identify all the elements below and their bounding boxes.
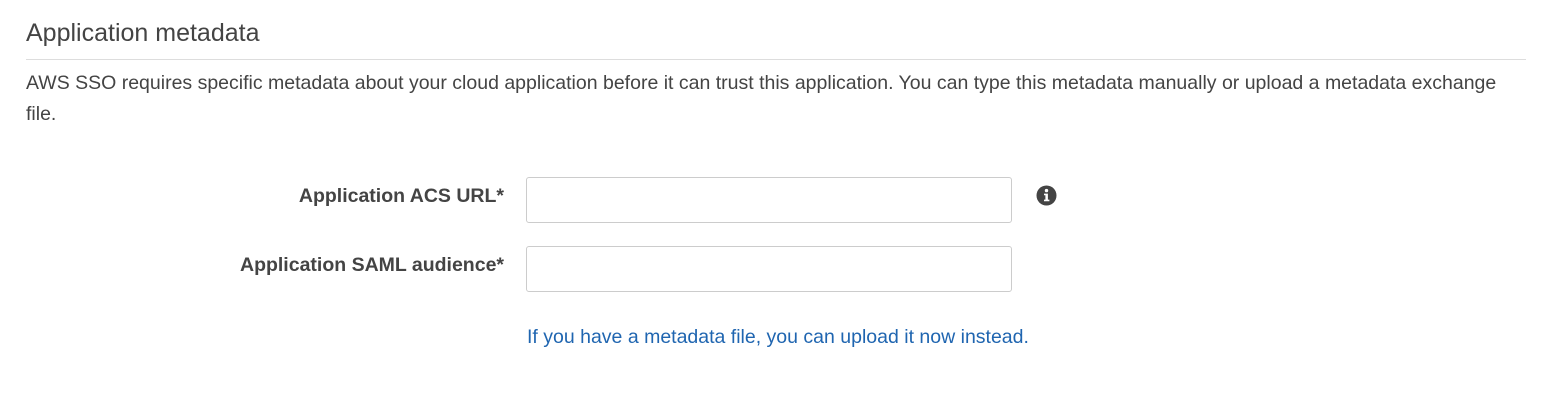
upload-metadata-link[interactable]: If you have a metadata file, you can upl… [527, 322, 1029, 352]
section-divider [26, 59, 1526, 60]
section-title: Application metadata [26, 19, 260, 47]
section-description: AWS SSO requires specific metadata about… [26, 72, 1497, 125]
info-circle-icon[interactable] [1036, 185, 1057, 206]
application-metadata-section: Application metadata AWS SSO requires sp… [0, 0, 1542, 401]
saml-audience-row: Application SAML audience* [0, 246, 1542, 294]
acs-url-label: Application ACS URL* [298, 185, 504, 207]
info-circle-icon-graphic [1036, 185, 1057, 206]
saml-audience-input[interactable] [526, 246, 1012, 292]
acs-url-input[interactable] [526, 177, 1012, 223]
acs-url-row: Application ACS URL* [0, 177, 1542, 225]
saml-audience-label: Application SAML audience* [239, 254, 504, 276]
